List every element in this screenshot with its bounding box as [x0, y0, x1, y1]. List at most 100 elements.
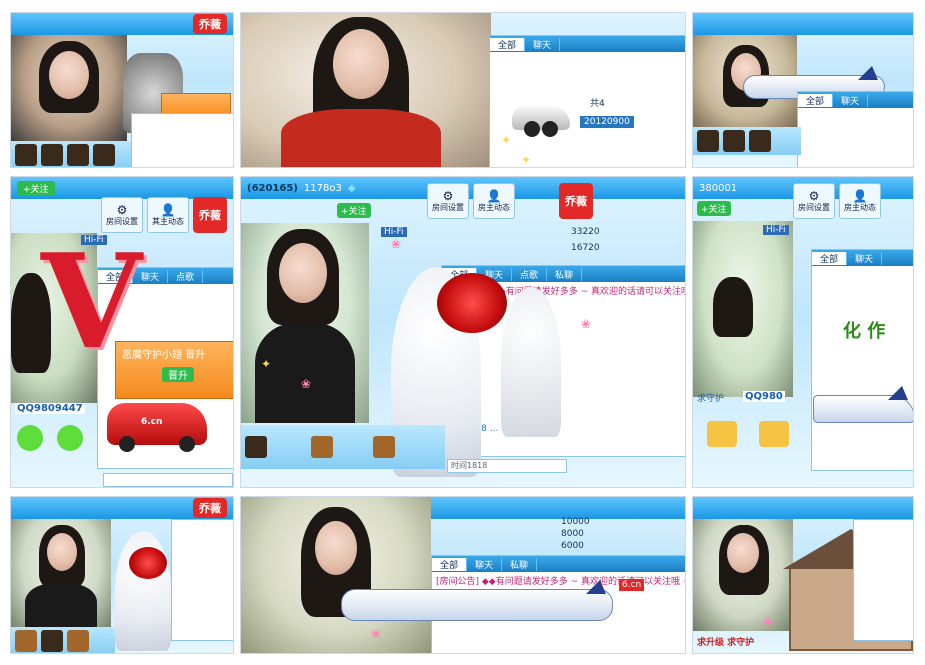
- promo-button[interactable]: 晋升: [162, 367, 194, 382]
- chat-panel: 全部 聊天: [797, 91, 913, 167]
- gift-item[interactable]: [93, 144, 115, 166]
- chat-panel: 全部 聊天 共4 20120900: [489, 35, 685, 167]
- room-settings-button[interactable]: ⚙ 房间设置: [793, 183, 835, 219]
- chat-panel: [171, 519, 233, 641]
- streamer-video: [241, 497, 431, 653]
- tile-5: (620165) 1178o3 ◆ ⚙ 房间设置 👤 房主动态 乔薇 +关注 H…: [240, 176, 686, 488]
- sparkle-icon: ✦: [261, 357, 272, 371]
- tab-song[interactable]: 点歌: [168, 269, 204, 283]
- chat-tabs: 全部 聊天: [812, 250, 913, 266]
- chat-tabs: 全部 聊天: [798, 92, 913, 108]
- gift-item[interactable]: [245, 436, 267, 458]
- rank-text: 求守护: [697, 394, 725, 404]
- host-feed-button[interactable]: 👤 房主动态: [473, 183, 515, 219]
- tile-3: 全部 聊天: [692, 12, 914, 168]
- tab-private[interactable]: 私聊: [502, 557, 538, 571]
- banner-text: 化 作: [843, 321, 886, 342]
- face: [333, 29, 389, 99]
- plane-gift-image: [341, 580, 613, 621]
- sparkle-icon: ✦: [521, 153, 532, 167]
- follow-button[interactable]: +关注: [337, 203, 371, 218]
- streamer-video: [11, 35, 127, 141]
- tab-chat[interactable]: 聊天: [833, 93, 869, 107]
- gift-icon[interactable]: [759, 421, 789, 447]
- gift-strip: [693, 127, 801, 155]
- tile-1: 乔薇: [10, 12, 234, 168]
- gift-icon[interactable]: [707, 421, 737, 447]
- streamer-video: [11, 519, 111, 631]
- room-settings-button[interactable]: ⚙ 房间设置: [427, 183, 469, 219]
- tab-chat[interactable]: 聊天: [847, 251, 883, 265]
- gift-item[interactable]: [373, 436, 395, 458]
- tab-all[interactable]: 全部: [812, 251, 848, 265]
- plane-label: 6.cn: [619, 579, 645, 591]
- gift-item[interactable]: [311, 436, 333, 458]
- rose-bouquet: [129, 547, 167, 579]
- chat-tabs: 全部 聊天 私聊: [432, 556, 685, 572]
- groom-figure: [501, 287, 561, 437]
- gift-item[interactable]: [67, 630, 89, 652]
- id-label: (620165): [247, 182, 298, 194]
- chat-line: [房间公告] ◆◆有问题请发好多多 ~ 真欢迎的话请可以关注哦 ~: [436, 577, 686, 587]
- brand-badge[interactable]: 乔薇: [193, 498, 227, 518]
- brand-badge[interactable]: 乔薇: [559, 183, 593, 219]
- tab-all[interactable]: 全部: [432, 557, 468, 571]
- gift-icon[interactable]: [17, 425, 43, 451]
- value-1: 33220: [571, 227, 600, 237]
- hifi-badge[interactable]: Hi-Fi: [763, 225, 789, 235]
- gear-icon: ⚙: [442, 188, 454, 203]
- counter-label: 共4: [590, 99, 605, 109]
- gift-item[interactable]: [15, 630, 37, 652]
- gift-item[interactable]: [697, 130, 719, 152]
- brand-badge[interactable]: 乔薇: [193, 197, 227, 233]
- follow-button[interactable]: +关注: [697, 201, 731, 216]
- gift-item[interactable]: [41, 630, 63, 652]
- gift-item[interactable]: [41, 144, 63, 166]
- bottom-banner: 求升级 求守护: [697, 638, 755, 648]
- tab-chat[interactable]: 聊天: [467, 557, 503, 571]
- top-bar: [693, 13, 913, 35]
- hifi-badge[interactable]: Hi-Fi: [381, 227, 407, 237]
- promo-box: 恶魔守护小翅 晋升 晋升: [115, 341, 233, 399]
- black-top: [25, 583, 97, 631]
- tile-8: 10000 8000 6000 全部 聊天 私聊 [房间公告] ◆◆有问题请发好…: [240, 496, 686, 654]
- tile-7: 乔薇: [10, 496, 234, 654]
- chat-input[interactable]: [103, 473, 233, 487]
- host-feed-button[interactable]: 👤 房主动态: [839, 183, 881, 219]
- top-bar: 乔薇: [11, 497, 233, 519]
- room-controls: ⚙ 房间设置 👤 房主动态: [793, 183, 881, 219]
- value-1: 10000: [561, 517, 590, 527]
- chat-input[interactable]: 时间1818: [447, 459, 567, 473]
- top-bar: +关注: [11, 177, 233, 199]
- gift-icon[interactable]: [57, 425, 83, 451]
- host-feed-button[interactable]: 👤 其主动态: [147, 197, 189, 233]
- tab-chat[interactable]: 聊天: [525, 37, 561, 51]
- car-label: 6.cn: [141, 417, 163, 427]
- petal-icon: ❀: [301, 377, 312, 391]
- face: [279, 243, 327, 303]
- value-3: 6000: [561, 541, 584, 551]
- follow-button[interactable]: +关注: [17, 180, 55, 196]
- petal-icon: ❀: [371, 627, 382, 641]
- streamer-video: [241, 13, 491, 167]
- gift-item[interactable]: [749, 130, 771, 152]
- gift-item[interactable]: [15, 144, 37, 166]
- tab-private[interactable]: 私聊: [547, 267, 583, 281]
- gear-icon: ⚙: [116, 202, 128, 217]
- tab-song[interactable]: 点歌: [512, 267, 548, 281]
- tile-9: 求升级 求守护 ❀: [692, 496, 914, 654]
- petal-icon: ❀: [581, 317, 592, 331]
- petal-icon: ❀: [391, 237, 402, 251]
- score-label: 380001: [699, 182, 738, 194]
- gift-strip: [11, 627, 115, 653]
- streamer-video: [693, 221, 793, 397]
- tab-all[interactable]: 全部: [798, 93, 834, 107]
- tab-all[interactable]: 全部: [490, 37, 526, 51]
- brand-badge[interactable]: 乔薇: [193, 14, 227, 34]
- gift-item[interactable]: [723, 130, 745, 152]
- gift-item[interactable]: [67, 144, 89, 166]
- value-2: 8000: [561, 529, 584, 539]
- face: [727, 533, 759, 573]
- qq-number: QQ980: [743, 391, 785, 402]
- promo-title: 恶魔守护小翅 晋升: [122, 350, 206, 361]
